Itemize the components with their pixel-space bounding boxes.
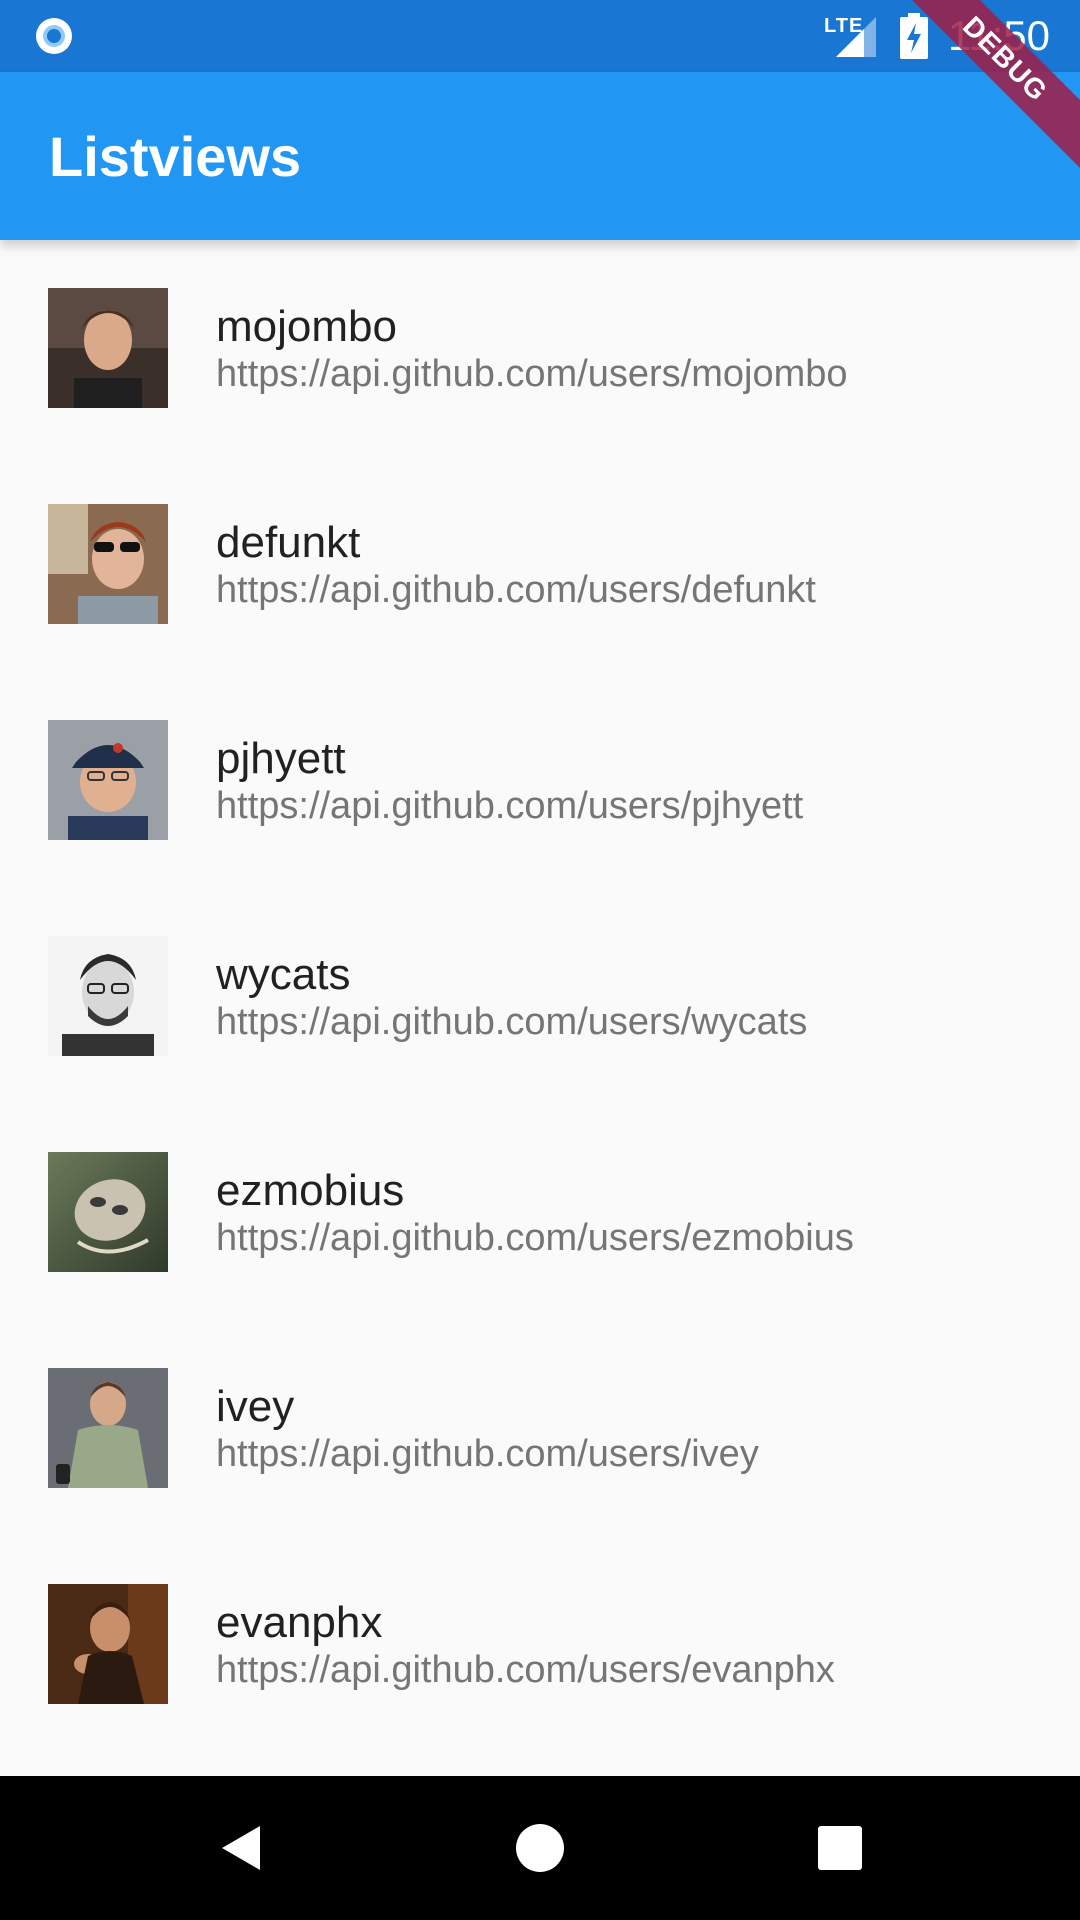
- user-login: mojombo: [216, 302, 397, 351]
- user-url: https://api.github.com/users/ezmobius: [216, 1216, 854, 1259]
- home-icon[interactable]: [504, 1812, 576, 1884]
- user-url: https://api.github.com/users/wycats: [216, 1000, 808, 1043]
- battery-charging-icon: [900, 13, 928, 59]
- user-url: https://api.github.com/users/ivey: [216, 1432, 759, 1475]
- user-login: ivey: [216, 1382, 295, 1431]
- notification-circle-icon: [36, 18, 72, 54]
- avatar: [48, 1368, 168, 1488]
- list-item[interactable]: ezmobius https://api.github.com/users/ez…: [0, 1104, 1080, 1320]
- user-login: ezmobius: [216, 1166, 405, 1215]
- avatar: [48, 504, 168, 624]
- back-icon[interactable]: [204, 1812, 276, 1884]
- avatar: [48, 936, 168, 1056]
- user-url: https://api.github.com/users/mojombo: [216, 352, 848, 395]
- avatar: [48, 1584, 168, 1704]
- user-login: pjhyett: [216, 734, 346, 783]
- avatar: [48, 288, 168, 408]
- recents-icon[interactable]: [804, 1812, 876, 1884]
- list-item[interactable]: mojombo https://api.github.com/users/moj…: [0, 240, 1080, 456]
- system-nav-bar: [0, 1776, 1080, 1920]
- user-list[interactable]: mojombo https://api.github.com/users/moj…: [0, 240, 1080, 1776]
- page-title: Listviews: [49, 125, 302, 188]
- user-url: https://api.github.com/users/pjhyett: [216, 784, 804, 827]
- app-bar: Listviews: [0, 72, 1080, 240]
- avatar: [48, 1152, 168, 1272]
- user-url: https://api.github.com/users/evanphx: [216, 1648, 835, 1691]
- lte-signal-icon: LTE: [824, 13, 880, 59]
- avatar: [48, 720, 168, 840]
- list-item[interactable]: evanphx https://api.github.com/users/eva…: [0, 1536, 1080, 1752]
- list-item[interactable]: wycats https://api.github.com/users/wyca…: [0, 888, 1080, 1104]
- user-url: https://api.github.com/users/defunkt: [216, 568, 816, 611]
- list-item[interactable]: ivey https://api.github.com/users/ivey: [0, 1320, 1080, 1536]
- status-bar: LTE 11:50: [0, 0, 1080, 72]
- user-login: defunkt: [216, 518, 361, 567]
- user-login: evanphx: [216, 1598, 383, 1647]
- user-login: wycats: [216, 950, 351, 999]
- list-item[interactable]: defunkt https://api.github.com/users/def…: [0, 456, 1080, 672]
- list-item[interactable]: pjhyett https://api.github.com/users/pjh…: [0, 672, 1080, 888]
